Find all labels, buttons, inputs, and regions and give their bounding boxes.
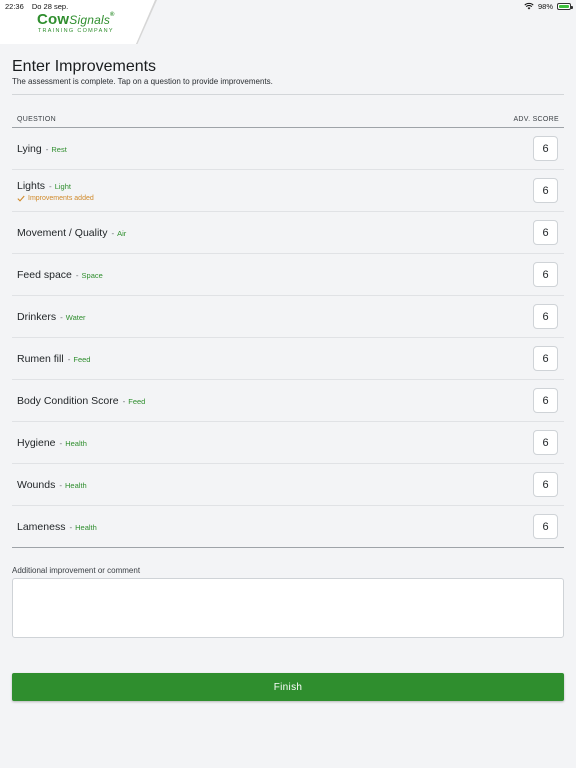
column-header-score: ADV. SCORE [513, 116, 559, 123]
question-name: Drinkers [17, 310, 57, 323]
question-cell: Hygiene - Health [17, 437, 87, 449]
separator: - [59, 480, 63, 490]
table-header: QUESTION ADV. SCORE [12, 112, 564, 128]
table-row[interactable]: Lying - Rest 6 [12, 128, 564, 170]
table-row[interactable]: Rumen fill - Feed 6 [12, 338, 564, 380]
checkmark-icon [17, 195, 25, 202]
question-category: Light [54, 181, 71, 191]
question-name: Wounds [17, 478, 56, 491]
question-cell: Lying - Rest [17, 143, 67, 155]
column-header-question: QUESTION [17, 116, 56, 123]
question-category: Health [65, 480, 87, 490]
question-cell: Movement / Quality - Air [17, 227, 126, 239]
question-cell: Drinkers - Water [17, 311, 86, 323]
table-row[interactable]: Body Condition Score - Feed 6 [12, 380, 564, 422]
score-box[interactable]: 6 [533, 388, 558, 413]
table-row[interactable]: Wounds - Health 6 [12, 464, 564, 506]
question-cell: Feed space - Space [17, 269, 103, 281]
question-category: Feed [128, 396, 146, 406]
status-date: Do 28 sep. [31, 1, 69, 11]
table-row[interactable]: Lameness - Health 6 [12, 506, 564, 548]
separator: - [59, 438, 63, 448]
page-title: Enter Improvements [12, 58, 157, 75]
status-left: 22:36 Do 28 sep. [5, 2, 74, 11]
question-cell: Wounds - Health [17, 479, 87, 491]
question-category: Air [117, 228, 127, 238]
question-name: Lights [17, 179, 46, 192]
separator: - [49, 181, 52, 191]
table-row[interactable]: Feed space - Space 6 [12, 254, 564, 296]
question-name: Body Condition Score [17, 394, 119, 407]
improvements-note-text: Improvements added [28, 194, 94, 202]
logo: CowSignals® TRAINING COMPANY [37, 12, 115, 34]
logo-tagline: TRAINING COMPANY [37, 28, 114, 34]
battery-percent: 98% [537, 1, 553, 11]
table-row[interactable]: Hygiene - Health 6 [12, 422, 564, 464]
status-time: 22:36 [5, 1, 24, 11]
separator: - [45, 144, 49, 154]
question-category: Space [81, 270, 103, 280]
improvements-table: QUESTION ADV. SCORE Lying - Rest 6 Light… [12, 112, 564, 548]
question-cell: Body Condition Score - Feed [17, 395, 145, 407]
separator: - [122, 396, 126, 406]
improvements-note: Improvements added [17, 195, 94, 202]
question-category: Rest [51, 144, 67, 154]
logo-wordmark: CowSignals® [37, 11, 115, 28]
score-box[interactable]: 6 [533, 136, 558, 161]
separator: - [60, 312, 63, 322]
question-name: Lying [17, 142, 42, 155]
table-row[interactable]: Movement / Quality - Air 6 [12, 212, 564, 254]
separator: - [69, 522, 73, 532]
question-category: Water [65, 312, 86, 322]
question-name: Lameness [17, 520, 66, 533]
status-right: 98% [524, 1, 573, 11]
table-body: Lying - Rest 6 Lights - Light Improvemen… [12, 128, 564, 548]
question-cell: Rumen fill - Feed [17, 353, 90, 365]
score-box[interactable]: 6 [533, 514, 558, 539]
finish-button[interactable]: Finish [12, 673, 564, 701]
question-category: Health [75, 522, 97, 532]
score-box[interactable]: 6 [533, 220, 558, 245]
table-row[interactable]: Drinkers - Water 6 [12, 296, 564, 338]
question-name: Feed space [17, 268, 72, 281]
question-name: Movement / Quality [17, 226, 108, 239]
separator: - [75, 270, 79, 280]
page-subtitle: The assessment is complete. Tap on a que… [12, 77, 273, 86]
score-box[interactable]: 6 [533, 430, 558, 455]
wifi-icon [524, 2, 534, 10]
battery-icon [557, 2, 573, 10]
score-box[interactable]: 6 [533, 262, 558, 287]
score-box[interactable]: 6 [533, 178, 558, 203]
score-box[interactable]: 6 [533, 346, 558, 371]
separator: - [67, 354, 71, 364]
table-row[interactable]: Lights - Light Improvements added 6 [12, 170, 564, 212]
question-category: Health [65, 438, 87, 448]
divider [12, 94, 564, 95]
question-cell: Lights - Light Improvements added [17, 180, 94, 202]
status-bar: 22:36 Do 28 sep. 98% [0, 0, 576, 12]
separator: - [111, 228, 115, 238]
score-box[interactable]: 6 [533, 304, 558, 329]
question-name: Rumen fill [17, 352, 64, 365]
comment-input[interactable] [12, 578, 564, 638]
comment-label: Additional improvement or comment [12, 566, 141, 575]
question-cell: Lameness - Health [17, 521, 97, 533]
score-box[interactable]: 6 [533, 472, 558, 497]
question-name: Hygiene [17, 436, 56, 449]
question-category: Feed [73, 354, 91, 364]
